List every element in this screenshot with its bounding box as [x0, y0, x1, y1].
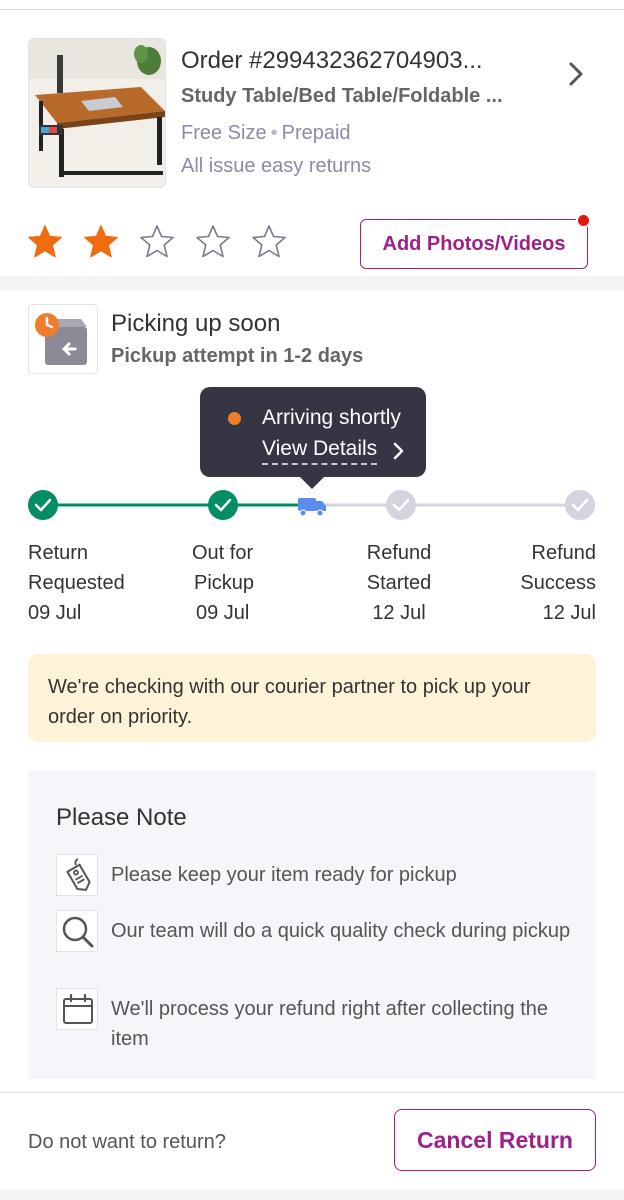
star-empty-icon[interactable] — [194, 223, 232, 261]
step-label-line2: Requested — [28, 572, 125, 594]
step-label-line1: Return — [28, 542, 89, 564]
step-return-requested: Return Requested 09 Jul — [28, 538, 125, 628]
truck-icon — [298, 498, 326, 517]
step-pending-check-icon — [386, 490, 416, 520]
star-empty-icon[interactable] — [250, 223, 288, 261]
star-filled-icon[interactable] — [26, 223, 64, 261]
step-refund-success: Refund Success 12 Jul — [520, 538, 596, 628]
package-clock-icon — [35, 313, 87, 365]
please-note-section: Please Note Please keep your item ready … — [28, 770, 596, 1079]
step-date: 09 Jul — [28, 602, 82, 624]
note-item: We'll process your refund right after co… — [56, 988, 576, 1058]
star-filled-icon[interactable] — [82, 223, 120, 261]
step-label-line1: Out for — [192, 542, 254, 564]
step-done-check-icon — [28, 490, 58, 520]
product-meta: Free Size • Prepaid — [181, 122, 351, 145]
section-separator — [0, 276, 624, 290]
note-title: Please Note — [56, 804, 187, 831]
step-date: 09 Jul — [196, 602, 250, 624]
step-label-line2: Started — [366, 572, 432, 594]
study-table-image — [29, 39, 165, 187]
bottom-strip — [0, 1190, 624, 1200]
order-number[interactable]: Order #299432362704903... — [181, 47, 531, 75]
progress-tracker — [28, 490, 595, 520]
step-label-line1: Refund — [366, 542, 432, 564]
step-pending-check-icon — [565, 490, 595, 520]
view-details-link[interactable]: View Details — [262, 437, 378, 465]
tooltip-text: Arriving shortly — [262, 406, 401, 429]
separator-dot: • — [270, 122, 278, 144]
step-date: 12 Jul — [542, 602, 596, 624]
step-label-line2: Pickup — [194, 572, 255, 594]
step-done-check-icon — [208, 490, 238, 520]
top-divider — [0, 0, 624, 10]
cancel-question: Do not want to return? — [28, 1131, 226, 1153]
note-text: We'll process your refund right after co… — [111, 998, 548, 1050]
note-item: Please keep your item ready for pickup — [56, 854, 576, 898]
product-name: Study Table/Bed Table/Foldable ... — [181, 85, 503, 107]
notification-dot — [576, 213, 591, 228]
note-text: Our team will do a quick quality check d… — [111, 920, 571, 942]
calendar-icon — [56, 988, 98, 1030]
status-subtitle: Pickup attempt in 1-2 days — [111, 345, 364, 367]
tag-icon — [56, 854, 98, 896]
product-thumbnail[interactable] — [28, 38, 166, 188]
star-empty-icon[interactable] — [138, 223, 176, 261]
step-refund-started: Refund Started 12 Jul — [361, 538, 437, 628]
add-photos-videos-button[interactable]: Add Photos/Videos — [360, 219, 588, 269]
note-item: Our team will do a quick quality check d… — [56, 910, 576, 980]
size-text: Free Size — [181, 122, 267, 144]
note-text: Please keep your item ready for pickup — [111, 864, 457, 886]
payment-text: Prepaid — [281, 122, 351, 144]
magnifier-icon — [56, 910, 98, 952]
step-label-line1: Refund — [531, 542, 597, 564]
footer-bar: Do not want to return? Cancel Return — [0, 1092, 624, 1190]
progress-step-labels: Return Requested 09 Jul Out for Pickup 0… — [0, 538, 624, 628]
pickup-status-icon — [28, 304, 98, 374]
step-label-line2: Success — [520, 572, 596, 594]
chevron-right-icon[interactable] — [392, 441, 406, 461]
step-out-for-pickup: Out for Pickup 09 Jul — [192, 538, 254, 628]
status-dot — [228, 412, 241, 425]
chevron-right-icon[interactable] — [564, 60, 588, 88]
rating-stars[interactable] — [26, 223, 288, 261]
status-tooltip[interactable]: Arriving shortly View Details — [200, 387, 426, 489]
step-date: 12 Jul — [372, 602, 426, 624]
status-title: Picking up soon — [111, 310, 281, 337]
returns-note: All issue easy returns — [181, 155, 372, 177]
courier-info-banner: We're checking with our courier partner … — [28, 654, 596, 742]
order-card[interactable]: Order #299432362704903... Study Table/Be… — [0, 11, 624, 276]
cancel-return-button[interactable]: Cancel Return — [394, 1109, 596, 1171]
